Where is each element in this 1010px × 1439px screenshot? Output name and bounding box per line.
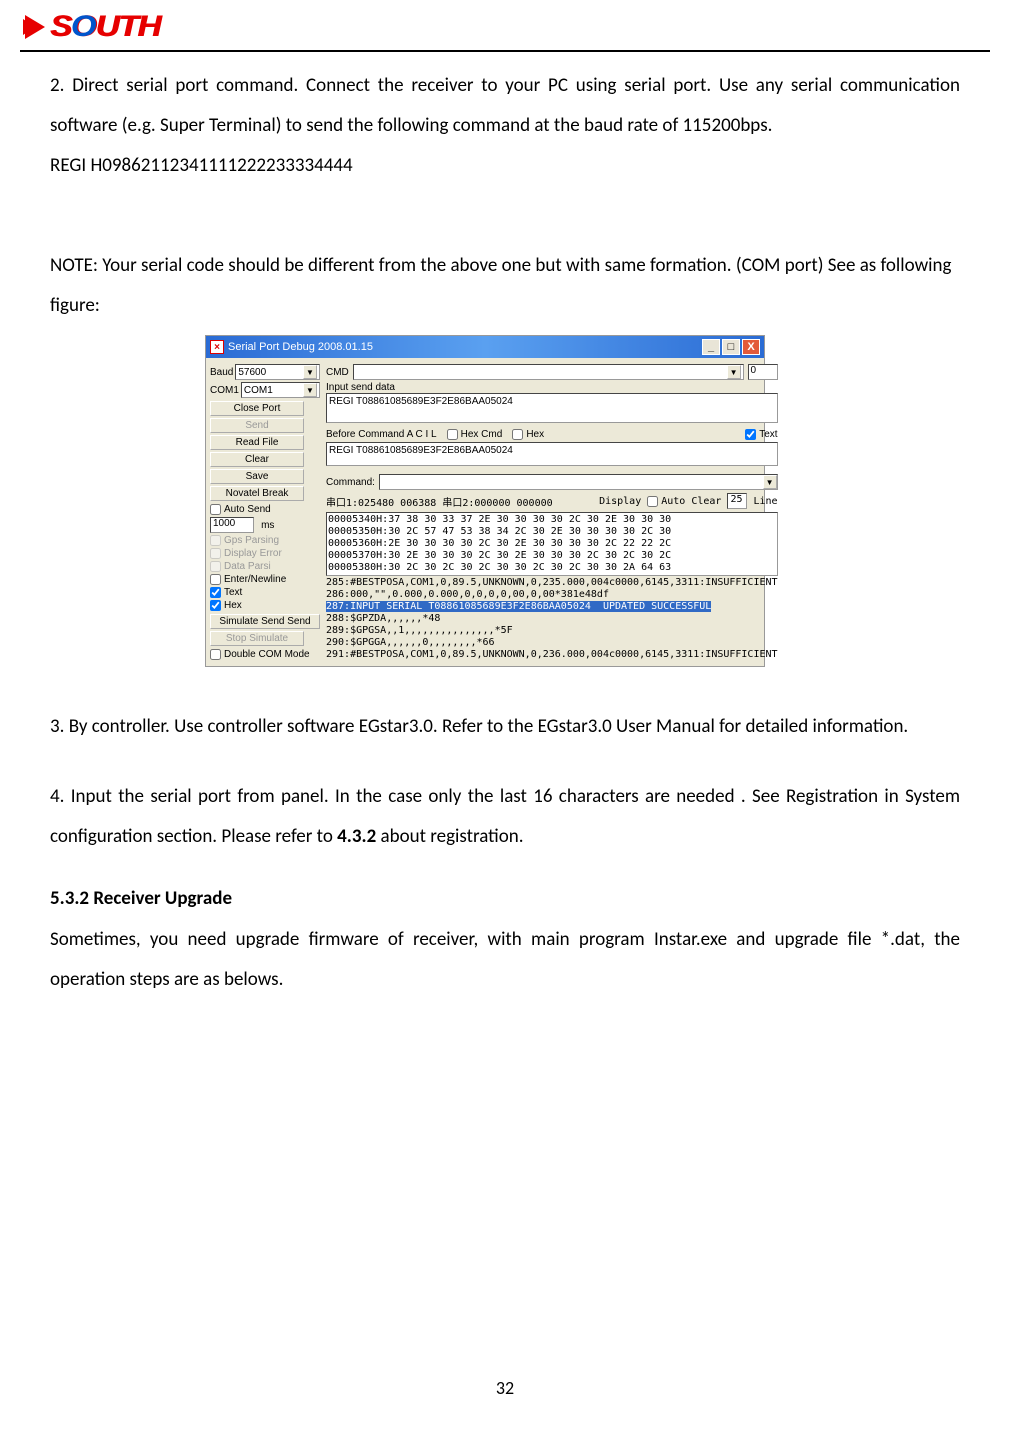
zero-input[interactable]: 0 <box>748 364 778 380</box>
read-file-button[interactable]: Read File <box>210 435 304 450</box>
hex-right-checkbox[interactable]: Hex <box>512 429 544 440</box>
gps-parsing-checkbox: Gps Parsing <box>210 535 320 546</box>
log-output: 285:#BESTPOSA,COM1,0,89.5,UNKNOWN,0,235.… <box>326 576 778 662</box>
chevron-down-icon: ▼ <box>303 383 317 397</box>
command-label: Command: <box>326 477 375 488</box>
output-echo: REGI T08861085689E3F2E86BAA05024 <box>326 442 778 466</box>
paragraph-2: 2. Direct serial port command. Connect t… <box>50 66 960 146</box>
input-send-data[interactable]: REGI T08861085689E3F2E86BAA05024 <box>326 393 778 423</box>
simulate-send-button[interactable]: Simulate Send Send <box>210 614 320 629</box>
arrow-icon <box>25 15 45 39</box>
page-number: 32 <box>0 1377 1010 1399</box>
app-icon: × <box>210 340 224 354</box>
com-label: COM1 <box>210 385 239 396</box>
cmd-label: CMD <box>326 367 349 378</box>
input-send-label: Input send data <box>326 382 778 393</box>
text-checkbox[interactable]: Text <box>210 587 320 598</box>
logo-text: SOUTH <box>50 10 160 44</box>
cmd-combo[interactable]: ▼ <box>353 364 744 380</box>
status-text: 串口1:025480 006388 串口2:000000 000000 <box>326 494 553 509</box>
chevron-down-icon: ▼ <box>763 475 777 489</box>
left-panel: Baud 57600▼ COM1 COM1▼ Close Port Send R… <box>206 358 324 666</box>
chevron-down-icon: ▼ <box>303 365 317 379</box>
data-parsi-checkbox: Data Parsi <box>210 561 320 572</box>
stop-simulate-button[interactable]: Stop Simulate <box>210 631 304 646</box>
text-right-checkbox[interactable]: Text <box>745 429 777 440</box>
baud-combo[interactable]: 57600▼ <box>235 364 320 380</box>
right-panel: CMD ▼ 0 Input send data REGI T0886108568… <box>324 358 784 666</box>
log-selected-line: 287:INPUT SERIAL T08861085689E3F2E86BAA0… <box>326 601 711 612</box>
embedded-screenshot: × Serial Port Debug 2008.01.15 _ □ X Bau… <box>50 335 960 667</box>
window-titlebar: × Serial Port Debug 2008.01.15 _ □ X <box>206 336 764 358</box>
chevron-down-icon: ▼ <box>727 365 741 379</box>
novatel-break-button[interactable]: Novatel Break <box>210 486 304 501</box>
ms-label: ms <box>261 520 274 531</box>
paragraph-5: Sometimes, you need upgrade firmware of … <box>50 920 960 1000</box>
section-heading: 5.3.2 Receiver Upgrade <box>50 887 960 910</box>
minimize-button[interactable]: _ <box>702 339 720 355</box>
clear-button[interactable]: Clear <box>210 452 304 467</box>
auto-clear-checkbox[interactable]: Auto Clear <box>647 496 721 507</box>
display-error-checkbox: Display Error <box>210 548 320 559</box>
auto-clear-value[interactable]: 25 <box>727 493 747 509</box>
paragraph-4: 4. Input the serial port from panel. In … <box>50 777 960 857</box>
close-port-button[interactable]: Close Port <box>210 401 304 416</box>
hex-cmd-checkbox[interactable]: Hex Cmd <box>447 429 503 440</box>
close-button[interactable]: X <box>742 339 760 355</box>
before-command-label: Before Command A C I L <box>326 429 437 440</box>
com-combo[interactable]: COM1▼ <box>241 382 320 398</box>
logo-header: SOUTH <box>25 10 960 44</box>
hex-checkbox[interactable]: Hex <box>210 600 320 611</box>
save-button[interactable]: Save <box>210 469 304 484</box>
display-label: Display <box>599 496 641 507</box>
ms-input[interactable]: 1000 <box>210 517 254 533</box>
send-button[interactable]: Send <box>210 418 304 433</box>
maximize-button[interactable]: □ <box>722 339 740 355</box>
double-com-checkbox[interactable]: Double COM Mode <box>210 649 320 660</box>
enter-newline-checkbox[interactable]: Enter/Newline <box>210 574 320 585</box>
header-rule <box>20 50 990 52</box>
line-label: Line <box>753 496 777 507</box>
note-paragraph: NOTE: Your serial code should be differe… <box>50 246 960 326</box>
command-example: REGI H09862112341111222233334444 <box>50 146 960 186</box>
baud-label: Baud <box>210 367 233 378</box>
window-title: Serial Port Debug 2008.01.15 <box>228 341 373 353</box>
hex-dump: 00005340H:37 38 30 33 37 2E 30 30 30 30 … <box>326 512 778 576</box>
paragraph-3: 3. By controller. Use controller softwar… <box>50 707 960 747</box>
command-combo[interactable]: ▼ <box>379 474 778 490</box>
auto-send-checkbox[interactable]: Auto Send <box>210 504 320 515</box>
serial-debug-window: × Serial Port Debug 2008.01.15 _ □ X Bau… <box>205 335 765 667</box>
